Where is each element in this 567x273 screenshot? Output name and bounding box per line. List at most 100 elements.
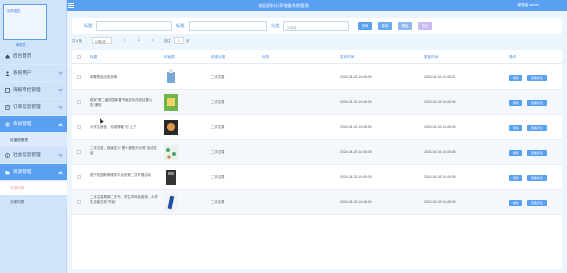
category-label: 分类 xyxy=(271,23,280,28)
add-button[interactable]: 新增 xyxy=(378,22,392,30)
sidebar-item-label: 海报专栏管理 xyxy=(13,87,41,92)
top-bar: 校园资料分享储备系统管理 管理者 admin xyxy=(0,0,567,11)
row-updated: 2024-04-03 14:45:05 xyxy=(424,100,456,104)
total-count: 共 6 条 xyxy=(72,39,82,43)
col-tags: 标签 xyxy=(262,55,270,59)
detail-button[interactable]: 详情 xyxy=(509,200,522,206)
col-title: 标题 xyxy=(90,55,98,59)
search-button[interactable]: 查询 xyxy=(358,22,372,30)
title-label: 标题 xyxy=(84,23,93,28)
title-label-2: 标题 xyxy=(176,23,185,28)
gear-icon xyxy=(5,121,10,127)
table-row[interactable]: 二手交易，超级名人"第十届知识大赛"活动总结 二手交易 2024-04-03 1… xyxy=(72,140,562,165)
chevron-down-icon xyxy=(58,152,63,157)
row-category: 二手交易 xyxy=(211,125,225,129)
sidebar-item-posters[interactable]: 海报专栏管理 xyxy=(0,82,67,99)
category-placeholder: 请选择 xyxy=(287,26,297,30)
col-cover: 封面图 xyxy=(164,55,175,59)
row-checkbox[interactable] xyxy=(77,200,81,204)
sidebar-item-orders[interactable]: 订单信息管理 xyxy=(0,99,67,116)
row-updated: 2024-04-03 14:45:05 xyxy=(424,125,456,129)
detail-button[interactable]: 详情 xyxy=(509,125,522,131)
chevron-down-icon xyxy=(58,87,63,92)
detail-button[interactable]: 详情 xyxy=(509,75,522,81)
chevron-up-icon xyxy=(58,171,63,176)
view-comments-button[interactable]: 查看评论 xyxy=(527,175,547,181)
row-title: 二手交易，超级名人"第十届知识大赛"活动总结 xyxy=(90,146,157,155)
detail-button[interactable]: 详情 xyxy=(509,175,522,181)
row-title: 大学生宿舍，你被哪套"忘"上了 xyxy=(90,125,137,129)
cover-image xyxy=(164,194,178,211)
row-title: 基于校园助教服务平台的第二次开展活动 xyxy=(90,173,152,177)
table-row[interactable]: 闲置物品出售说明 二手交易 2024-04-03 14:45:05 2024-0… xyxy=(72,65,562,90)
next-page-button[interactable]: > xyxy=(152,38,154,42)
col-actions: 操作 xyxy=(509,55,517,59)
home-icon xyxy=(5,54,10,58)
view-comments-button[interactable]: 查看评论 xyxy=(527,125,547,131)
row-updated: 2024-04-03 14:45:05 xyxy=(424,200,456,204)
table-row[interactable]: 基于校园助教服务平台的第二次开展活动 二手交易 2024-04-03 14:45… xyxy=(72,165,562,190)
avatar-label: 管理员 xyxy=(16,43,26,47)
select-all-checkbox[interactable] xyxy=(77,55,81,59)
row-title: 闲置物品出售说明 xyxy=(90,75,118,79)
title-input[interactable] xyxy=(96,21,172,31)
row-published: 2024-04-03 14:45:05 xyxy=(340,150,372,154)
row-checkbox[interactable] xyxy=(77,100,81,104)
prev-page-button[interactable]: < xyxy=(124,38,126,42)
row-title: 框架"第二届校园新春书画文化作品征集公告"通知 xyxy=(90,98,153,107)
sidebar-item-users[interactable]: 系统用户 xyxy=(0,65,67,82)
sidebar-item-home[interactable]: 后台首页 xyxy=(0,48,67,65)
row-published: 2024-04-03 14:45:05 xyxy=(340,175,372,179)
sidebar-subitem-category-list[interactable]: 分类列表 xyxy=(0,195,67,209)
avatar: 清风校园 xyxy=(3,4,47,40)
delete-button[interactable]: 删除 xyxy=(398,22,412,30)
export-button[interactable]: 导出 xyxy=(418,22,432,30)
cover-image xyxy=(164,120,178,135)
view-comments-button[interactable]: 查看评论 xyxy=(527,100,547,106)
row-category: 二手交易 xyxy=(211,200,225,204)
page-size-select[interactable]: 10条/页 xyxy=(92,37,112,44)
sidebar-subitem-carousel[interactable]: 轮播图管理 xyxy=(0,133,67,147)
row-category: 二手交易 xyxy=(211,150,225,154)
sidebar-item-resources[interactable]: 资源管理 xyxy=(0,164,67,181)
row-checkbox[interactable] xyxy=(77,175,81,179)
view-comments-button[interactable]: 查看评论 xyxy=(527,75,547,81)
table-row[interactable]: 大学生宿舍，你被哪套"忘"上了 二手交易 2024-04-03 14:45:05… xyxy=(72,115,562,140)
view-comments-button[interactable]: 查看评论 xyxy=(527,150,547,156)
goto-input[interactable]: 1 xyxy=(174,37,184,44)
row-checkbox[interactable] xyxy=(77,150,81,154)
title-input-2[interactable] xyxy=(189,21,267,31)
detail-button[interactable]: 详情 xyxy=(509,100,522,106)
row-checkbox[interactable] xyxy=(77,125,81,129)
row-category: 二手交易 xyxy=(211,175,225,179)
sidebar-item-system[interactable]: 系统管理 xyxy=(0,116,67,133)
table-row[interactable]: 框架"第二届校园新春书画文化作品征集公告"通知 二手交易 2024-04-03 … xyxy=(72,90,562,115)
page-number[interactable]: 1 xyxy=(138,38,140,42)
table-header: 标题 封面图 资源分类 标签 发布时间 更新时间 操作 xyxy=(72,50,562,64)
category-select[interactable]: 请选择 xyxy=(283,21,349,31)
page-unit: 页 xyxy=(186,39,190,43)
sidebar-item-label: 订单信息管理 xyxy=(13,104,41,109)
sidebar-item-label: 资源管理 xyxy=(13,169,32,174)
chevron-down-icon xyxy=(58,104,63,109)
avatar-text: 清风校园 xyxy=(7,9,20,13)
folder-icon xyxy=(5,170,10,174)
row-checkbox[interactable] xyxy=(77,75,81,79)
col-category: 资源分类 xyxy=(211,55,226,59)
user-menu[interactable]: 管理者 admin xyxy=(517,3,539,8)
sidebar-item-label: 后台首页 xyxy=(13,53,32,58)
chevron-up-icon xyxy=(58,123,63,128)
sidebar-subitem-resource-list[interactable]: 资源列表 xyxy=(0,181,67,195)
sidebar-item-social-info[interactable]: 社会信息管理 xyxy=(0,147,67,164)
row-category: 二手交易 xyxy=(211,100,225,104)
info-icon xyxy=(5,152,10,158)
row-published: 2024-04-03 14:45:05 xyxy=(340,75,372,79)
sidebar-item-label: 社会信息管理 xyxy=(13,152,41,157)
row-title: 二手交易周期二手书，学生学科免费领，大学生也能在校"开始" xyxy=(90,195,158,204)
col-published: 发布时间 xyxy=(340,55,355,59)
row-updated: 2024-04-03 14:45:31 xyxy=(424,75,456,79)
table-row[interactable]: 二手交易周期二手书，学生学科免费领，大学生也能在校"开始" 二手交易 2024-… xyxy=(72,190,562,215)
detail-button[interactable]: 详情 xyxy=(509,150,522,156)
view-comments-button[interactable]: 查看评论 xyxy=(527,200,547,206)
cover-image xyxy=(164,94,178,111)
